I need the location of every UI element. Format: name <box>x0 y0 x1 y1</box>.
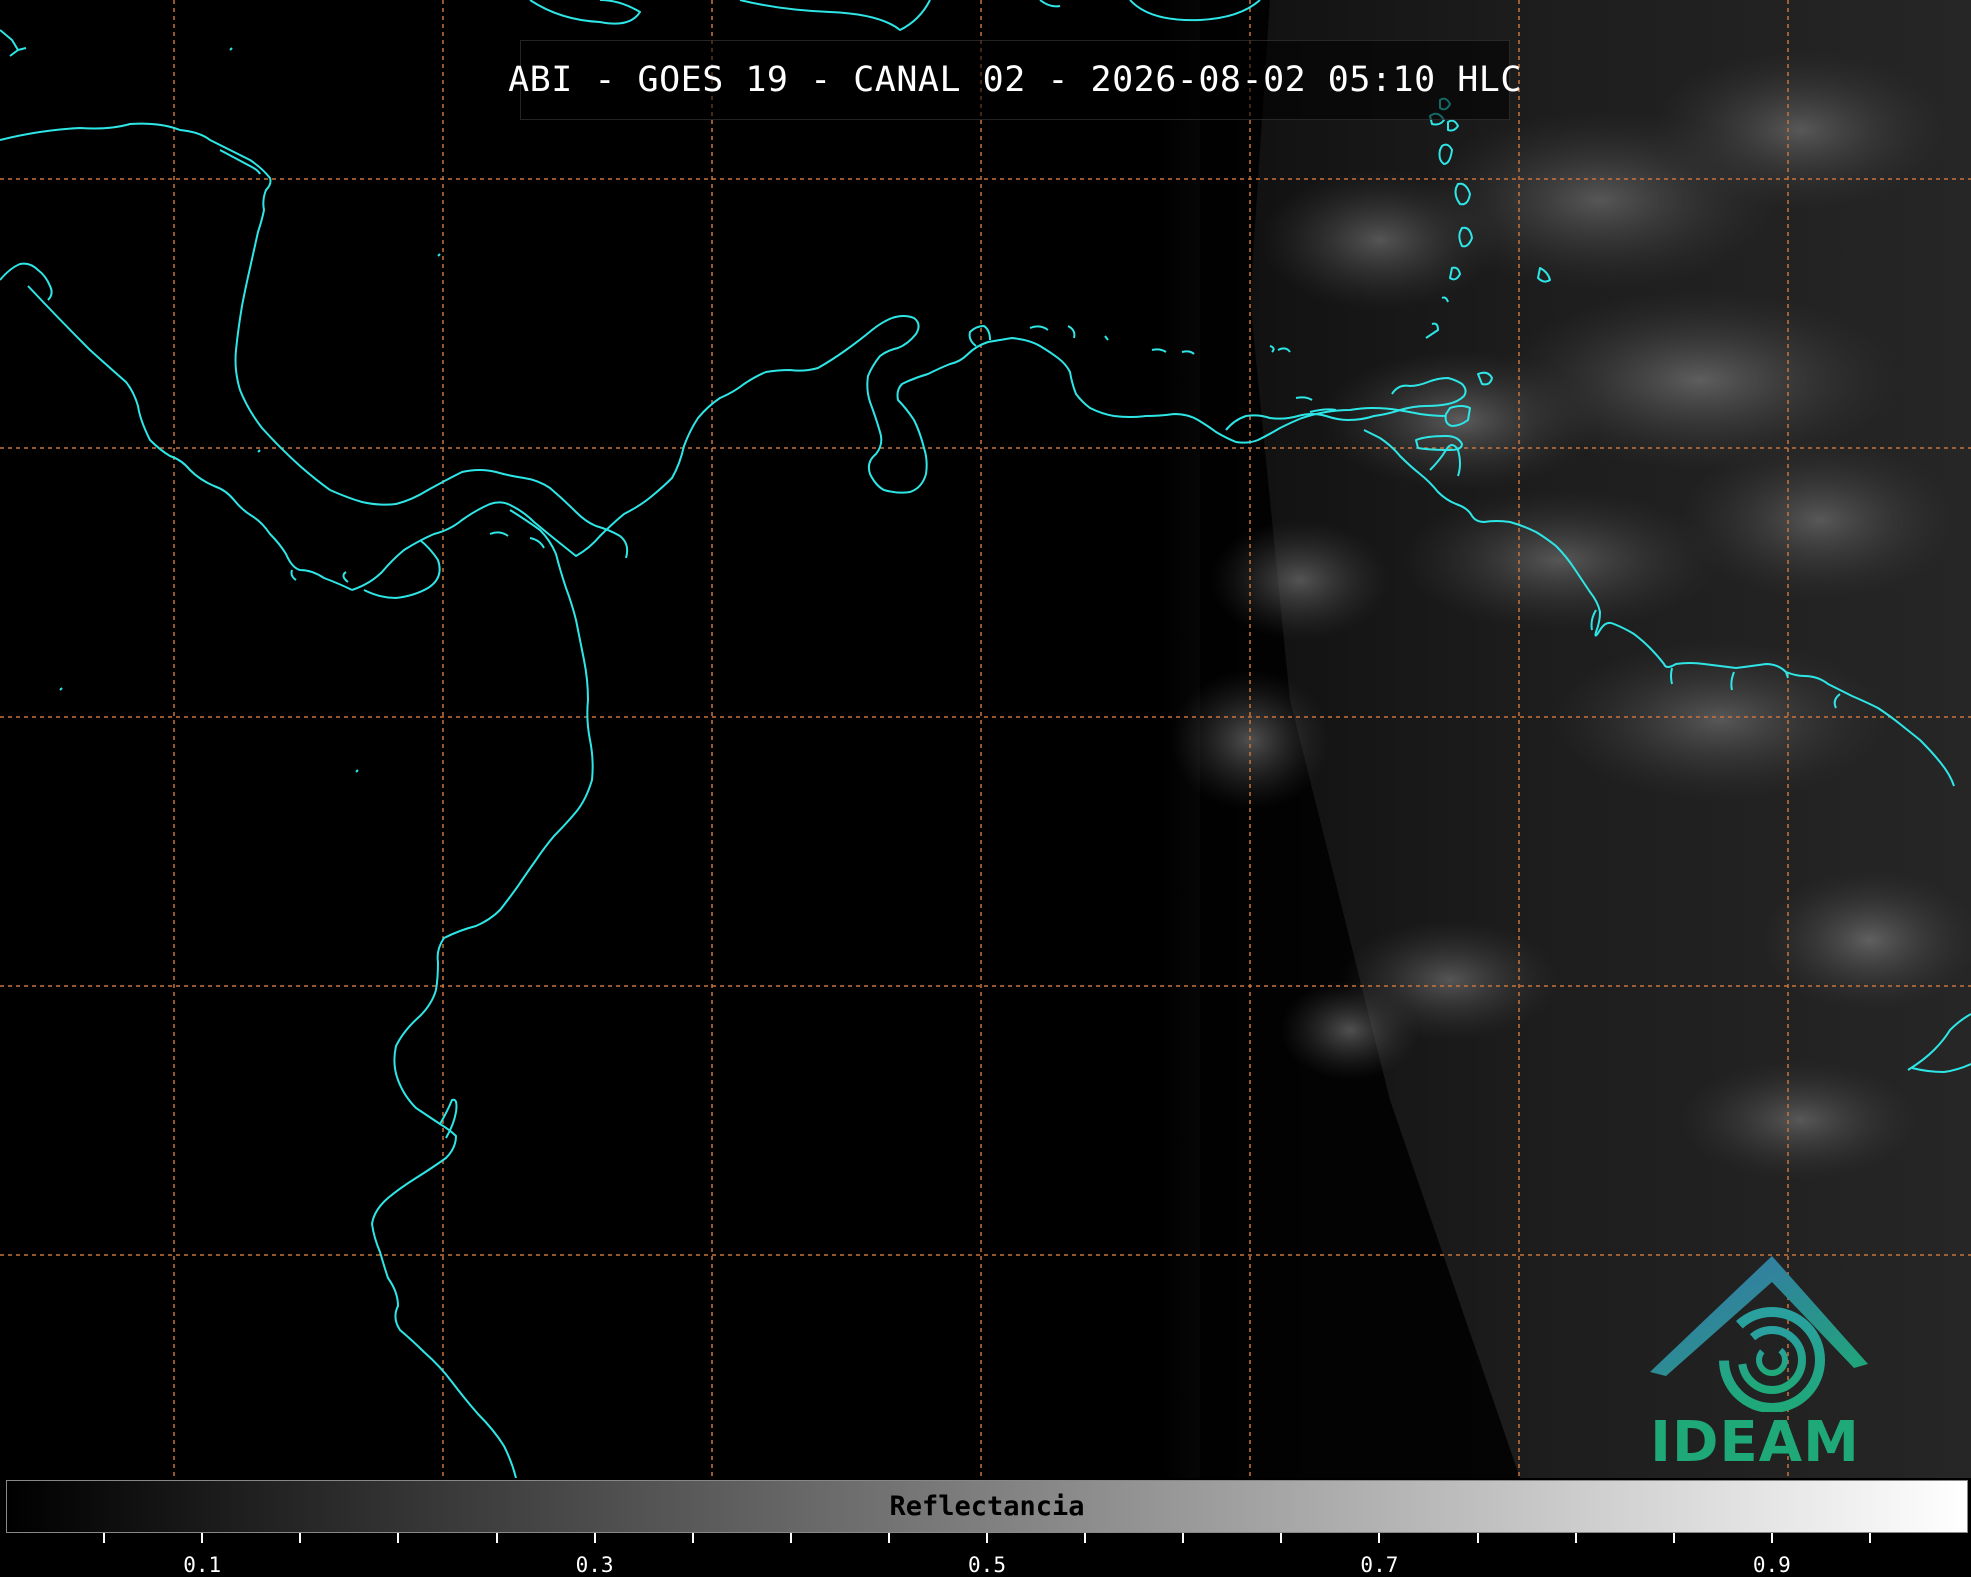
colorbar-tick <box>1182 1533 1185 1543</box>
ideam-logo-text: IDEAM <box>1650 1410 1860 1475</box>
colorbar-tick <box>789 1533 792 1543</box>
colorbar-tick <box>1574 1533 1577 1543</box>
colorbar-tick <box>1770 1533 1773 1543</box>
colorbar-tick <box>103 1533 106 1543</box>
colorbar-tick-label: 0.9 <box>1752 1553 1791 1577</box>
colorbar-tick <box>495 1533 498 1543</box>
colorbar-tick <box>1378 1533 1381 1543</box>
colorbar-tick <box>593 1533 596 1543</box>
colorbar-tick <box>397 1533 400 1543</box>
colorbar: Reflectancia <box>6 1480 1968 1533</box>
colorbar-tick <box>887 1533 890 1543</box>
colorbar-tick <box>1084 1533 1087 1543</box>
colorbar-label: Reflectancia <box>889 1491 1085 1522</box>
colorbar-tick <box>1280 1533 1283 1543</box>
colorbar-tick-label: 0.3 <box>575 1553 614 1577</box>
colorbar-tick <box>201 1533 204 1543</box>
colorbar-tick <box>299 1533 302 1543</box>
colorbar-tick <box>691 1533 694 1543</box>
colorbar-tick <box>1476 1533 1479 1543</box>
satellite-map: ABI - GOES 19 - CANAL 02 - 2026-08-02 05… <box>0 0 1971 1478</box>
ideam-swirl-logo-icon <box>1650 1256 1868 1412</box>
ideam-logo: IDEAM <box>1640 1252 1870 1477</box>
colorbar-axis: 0.1 0.3 0.5 0.7 0.9 <box>0 1533 1971 1577</box>
colorbar-tick-label: 0.5 <box>968 1553 1006 1577</box>
colorbar-tick <box>1672 1533 1675 1543</box>
colorbar-tick-label: 0.7 <box>1360 1553 1399 1577</box>
colorbar-tick-label: 0.1 <box>183 1553 222 1577</box>
colorbar-tick <box>1868 1533 1871 1543</box>
map-title: ABI - GOES 19 - CANAL 02 - 2026-08-02 05… <box>508 60 1522 100</box>
colorbar-tick <box>986 1533 988 1543</box>
title-box: ABI - GOES 19 - CANAL 02 - 2026-08-02 05… <box>508 40 1521 120</box>
